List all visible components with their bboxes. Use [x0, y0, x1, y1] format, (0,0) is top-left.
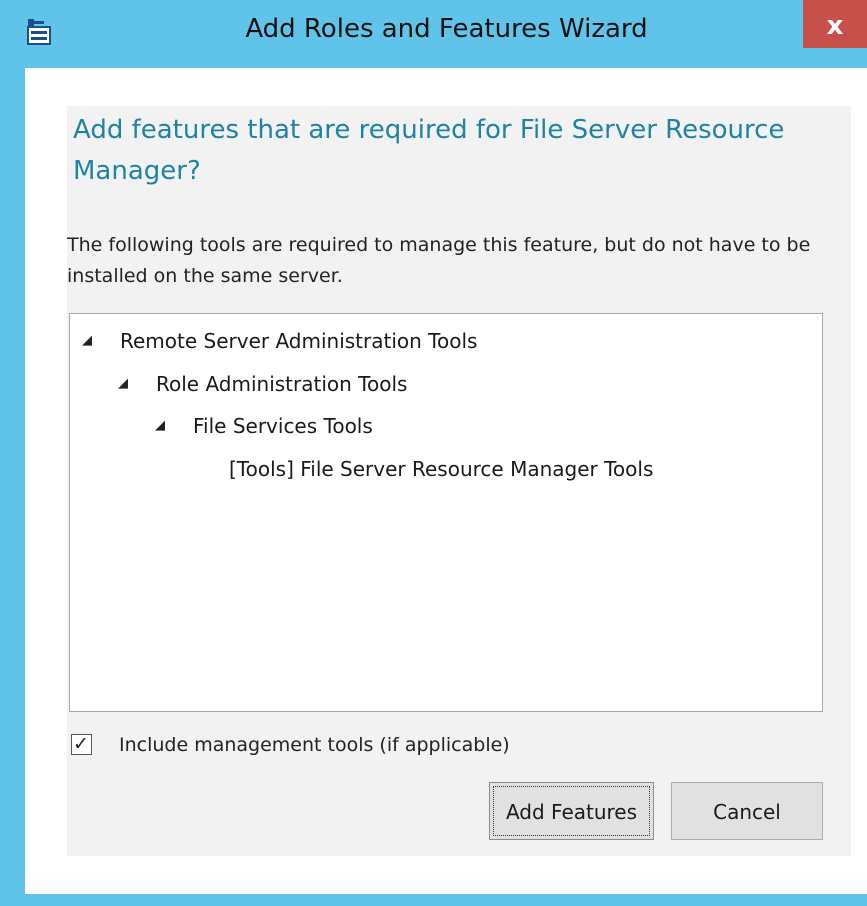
expanded-triangle-icon[interactable]: ◢ — [82, 326, 98, 356]
title-bar[interactable]: Add Roles and Features Wizard x — [0, 0, 867, 68]
add-features-button[interactable]: Add Features — [489, 782, 654, 840]
include-management-tools-row[interactable]: ✓ Include management tools (if applicabl… — [67, 730, 667, 760]
cancel-button[interactable]: Cancel — [671, 782, 823, 840]
dialog-heading: Add features that are required for File … — [73, 115, 785, 186]
dialog-description: The following tools are required to mana… — [67, 234, 811, 287]
tree-item-label: Role Administration Tools — [156, 372, 408, 396]
wizard-window: Add Roles and Features Wizard x Add feat… — [0, 0, 867, 906]
cancel-label: Cancel — [713, 800, 781, 824]
tree-item-label: File Services Tools — [193, 414, 373, 438]
include-management-tools-label[interactable]: Include management tools (if applicable) — [119, 730, 510, 760]
focus-ring — [493, 786, 650, 836]
required-features-tree[interactable]: ◢ Remote Server Administration Tools ◢ R… — [69, 313, 823, 712]
tree-item-label: [Tools] File Server Resource Manager Too… — [229, 457, 654, 481]
expanded-triangle-icon[interactable]: ◢ — [155, 411, 171, 441]
window-title: Add Roles and Features Wizard — [245, 14, 648, 44]
content-panel: Add features that are required for File … — [67, 106, 851, 856]
checkmark-icon: ✓ — [73, 733, 89, 755]
dialog-client-area: Add features that are required for File … — [25, 68, 867, 894]
expanded-triangle-icon[interactable]: ◢ — [118, 369, 134, 399]
close-icon: x — [826, 11, 844, 41]
tree-item-label: Remote Server Administration Tools — [120, 329, 478, 353]
close-button[interactable]: x — [803, 0, 867, 48]
include-management-tools-checkbox[interactable]: ✓ — [71, 733, 92, 755]
